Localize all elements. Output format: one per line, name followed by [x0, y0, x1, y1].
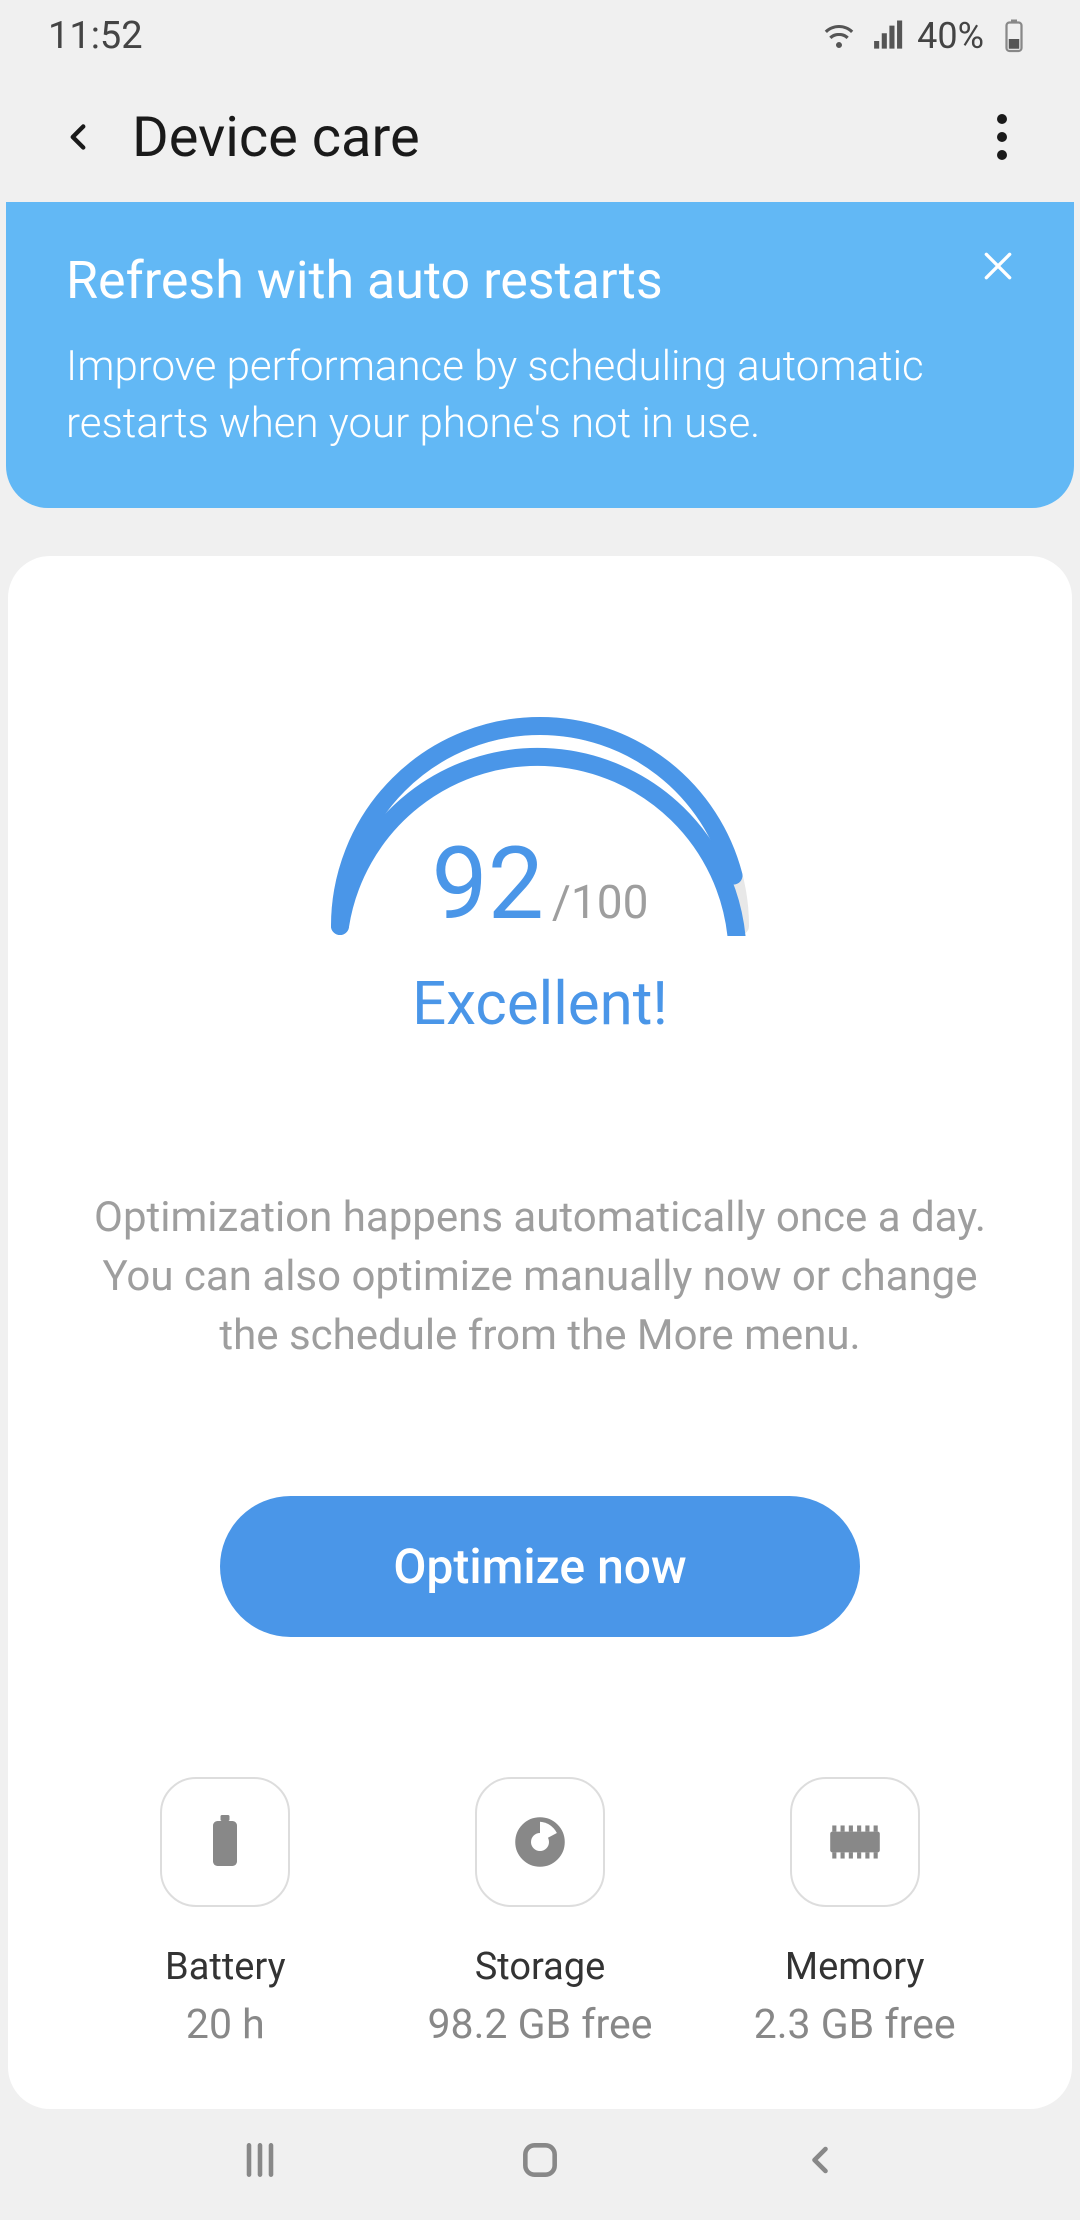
score-status: Excellent! [412, 968, 668, 1039]
tip-close-button[interactable] [970, 238, 1026, 294]
home-icon [518, 2138, 562, 2182]
recents-button[interactable] [220, 2120, 300, 2200]
category-value: 20 h [186, 2001, 265, 2049]
storage-category-icon-box [475, 1777, 605, 1907]
tip-card[interactable]: Refresh with auto restarts Improve perfo… [6, 202, 1074, 508]
page-title: Device care [132, 104, 420, 170]
chevron-left-icon [57, 116, 99, 158]
status-time: 11:52 [48, 14, 143, 58]
storage-category-icon [513, 1815, 567, 1869]
optimize-now-button[interactable]: Optimize now [220, 1496, 860, 1637]
home-button[interactable] [500, 2120, 580, 2200]
category-row: Battery 20 h Storage 98.2 GB free Memory… [68, 1777, 1012, 2049]
main-card: 92/100 Excellent! Optimization happens a… [8, 556, 1072, 2108]
category-memory[interactable]: Memory 2.3 GB free [697, 1777, 1012, 2049]
tip-description: Improve performance by scheduling automa… [66, 339, 1014, 452]
category-value: 98.2 GB free [428, 2001, 653, 2049]
close-icon [978, 246, 1018, 286]
battery-icon [996, 18, 1032, 54]
battery-category-icon [207, 1813, 243, 1871]
memory-category-icon [824, 1820, 886, 1864]
category-value: 2.3 GB free [754, 2001, 956, 2049]
memory-category-icon-box [790, 1777, 920, 1907]
category-battery[interactable]: Battery 20 h [68, 1777, 383, 2049]
more-vertical-icon [996, 113, 1008, 161]
wifi-icon [821, 18, 857, 54]
category-label: Battery [165, 1945, 286, 1989]
score-value: 92 [432, 826, 544, 943]
recents-icon [238, 2138, 282, 2182]
signal-icon [869, 18, 905, 54]
category-label: Storage [475, 1945, 606, 1989]
more-options-button[interactable] [972, 107, 1032, 167]
score-gauge: 92/100 [300, 696, 780, 936]
battery-category-icon-box [160, 1777, 290, 1907]
category-storage[interactable]: Storage 98.2 GB free [383, 1777, 698, 2049]
category-label: Memory [785, 1945, 925, 1989]
back-button[interactable] [48, 107, 108, 167]
status-bar: 11:52 40% [0, 0, 1080, 72]
score-max: /100 [552, 876, 649, 930]
nav-back-icon [798, 2138, 842, 2182]
app-bar: Device care [0, 72, 1080, 202]
optimization-description: Optimization happens automatically once … [90, 1189, 990, 1365]
system-nav-bar [0, 2100, 1080, 2220]
status-indicators: 40% [821, 15, 1032, 57]
nav-back-button[interactable] [780, 2120, 860, 2200]
tip-title: Refresh with auto restarts [66, 250, 1014, 311]
battery-percent: 40% [917, 15, 984, 57]
